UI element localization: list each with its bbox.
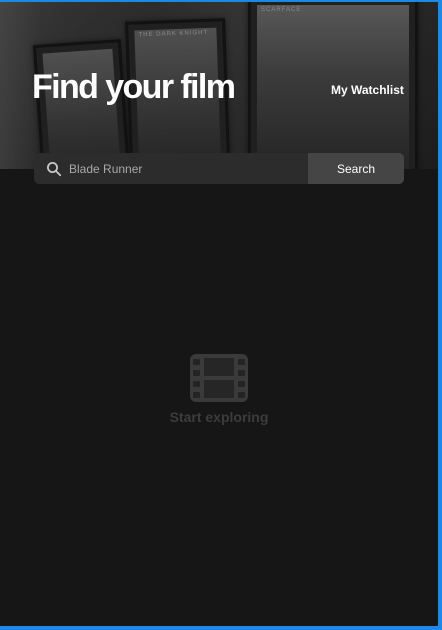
my-watchlist-link[interactable]: My Watchlist	[331, 83, 404, 97]
page-title: Find your film	[32, 68, 236, 106]
empty-state: Start exploring	[0, 354, 438, 425]
app-frame: THE DARK KNIGHT SCARFACE Find your film …	[0, 2, 438, 626]
search-input[interactable]	[69, 161, 308, 176]
search-field[interactable]	[34, 153, 308, 184]
empty-state-label: Start exploring	[169, 409, 269, 425]
search-button[interactable]: Search	[308, 153, 404, 184]
search-bar: Search	[34, 153, 404, 184]
film-icon	[190, 354, 248, 402]
search-icon	[46, 161, 62, 177]
